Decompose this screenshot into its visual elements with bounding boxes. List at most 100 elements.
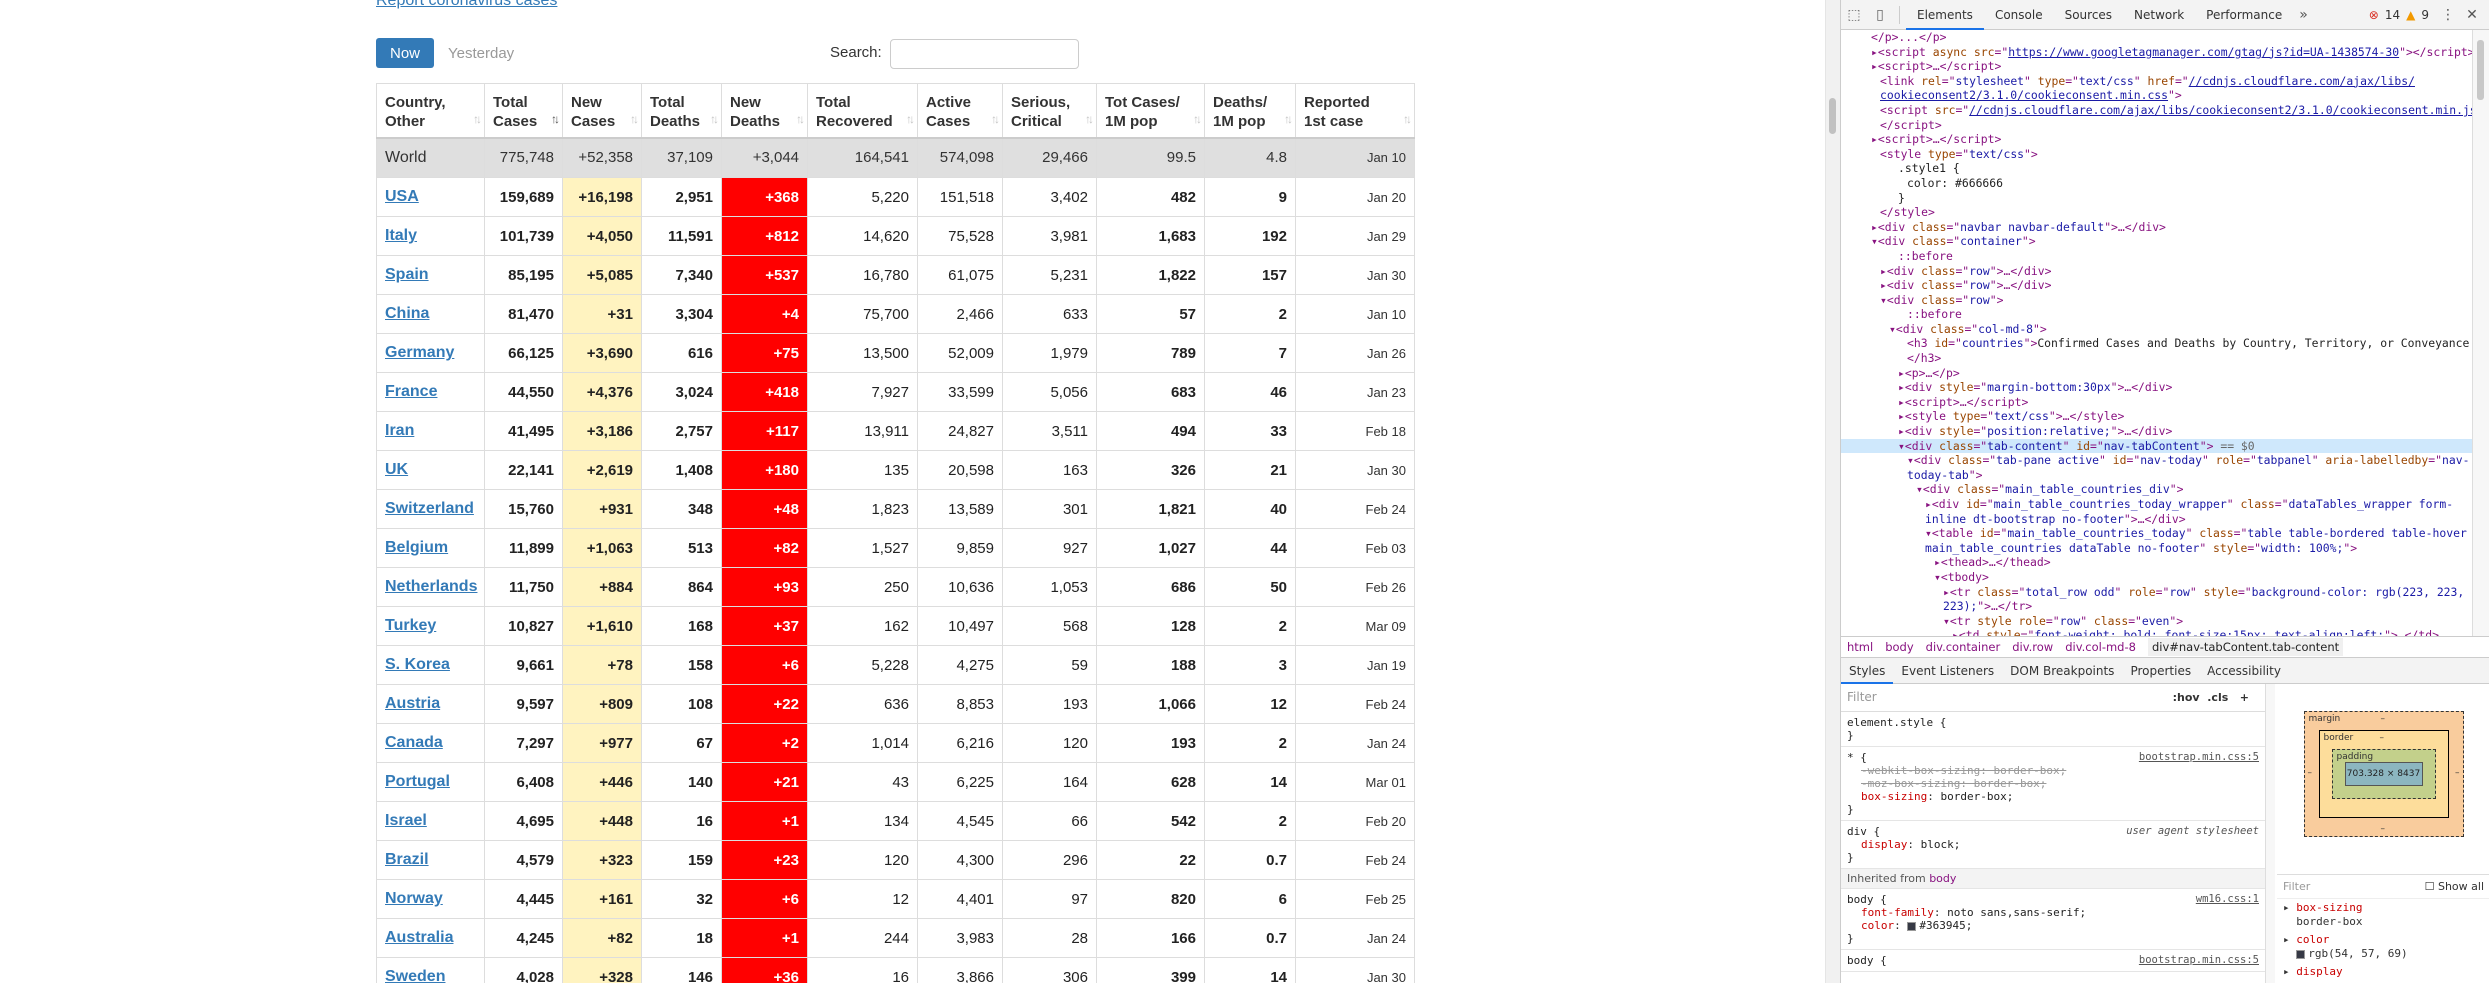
country-link[interactable]: Spain — [385, 266, 429, 283]
country-link[interactable]: S. Korea — [385, 656, 450, 673]
computed-prop[interactable]: ▸ display — [2277, 963, 2489, 981]
country-link[interactable]: Iran — [385, 422, 414, 439]
style-rule-element[interactable]: element.style { } — [1841, 712, 2265, 747]
tab-elements[interactable]: Elements — [1906, 0, 1984, 30]
dom-node[interactable]: ▾<tr style role="row" class="even"> — [1841, 614, 2472, 629]
new-rule-icon[interactable]: + — [2240, 691, 2249, 704]
dom-node[interactable]: <h3 id="countries">Confirmed Cases and D… — [1841, 336, 2472, 351]
style-rule-universal[interactable]: bootstrap.min.css:5 * { -webkit-box-sizi… — [1841, 747, 2265, 821]
more-tabs-icon[interactable]: » — [2293, 7, 2314, 23]
search-input[interactable] — [890, 39, 1079, 69]
country-link[interactable]: UK — [385, 461, 408, 478]
style-rule-body-2[interactable]: bootstrap.min.css:5 body { — [1841, 950, 2265, 972]
computed-prop[interactable]: ▸ color rgb(54, 57, 69) — [2277, 931, 2489, 963]
subtab-dom-breakpoints[interactable]: DOM Breakpoints — [2002, 658, 2122, 684]
country-link[interactable]: Switzerland — [385, 500, 474, 517]
dom-node[interactable]: <style type="text/css"> — [1841, 147, 2472, 162]
dom-node[interactable]: ▸<script>…</script> — [1841, 395, 2472, 410]
subtab-styles[interactable]: Styles — [1841, 658, 1894, 684]
style-rule-div[interactable]: user agent stylesheet div { display: blo… — [1841, 821, 2265, 869]
column-header[interactable]: New Deaths ↑↓ — [721, 83, 808, 139]
dom-node[interactable]: ::before — [1841, 249, 2472, 264]
dom-node[interactable]: ▸<thead>…</thead> — [1841, 555, 2472, 570]
subtab-accessibility[interactable]: Accessibility — [2199, 658, 2289, 684]
dom-node[interactable]: ▸<div style="position:relative;">…</div> — [1841, 424, 2472, 439]
dom-node[interactable]: </script> — [1841, 118, 2472, 133]
subtab-properties[interactable]: Properties — [2122, 658, 2199, 684]
country-link[interactable]: France — [385, 383, 437, 400]
country-link[interactable]: Turkey — [385, 617, 436, 634]
breadcrumb-item[interactable]: div.row — [2012, 640, 2053, 654]
tab-performance[interactable]: Performance — [2195, 0, 2293, 30]
dom-node[interactable]: ▾<div class="tab-content" id="nav-tabCon… — [1841, 438, 2472, 454]
dom-node[interactable]: ▸<td style="font-weight: bold; font-size… — [1841, 628, 2472, 636]
country-link[interactable]: China — [385, 305, 429, 322]
style-source-link[interactable]: wm16.css:1 — [2196, 893, 2259, 906]
styles-scrollbar[interactable] — [2265, 684, 2275, 983]
style-source-link[interactable]: bootstrap.min.css:5 — [2139, 954, 2259, 967]
subtab-event-listeners[interactable]: Event Listeners — [1893, 658, 2002, 684]
dom-tree-scrollbar[interactable] — [2472, 30, 2489, 636]
country-link[interactable]: Norway — [385, 890, 443, 907]
country-link[interactable]: Austria — [385, 695, 440, 712]
dom-node[interactable]: ▸<p>…</p> — [1841, 366, 2472, 381]
column-header[interactable]: Total Deaths ↑↓ — [641, 83, 722, 139]
country-link[interactable]: Italy — [385, 227, 417, 244]
breadcrumb-item[interactable]: div#nav-tabContent.tab-content — [2147, 638, 2344, 656]
country-link[interactable]: USA — [385, 188, 419, 205]
dom-node[interactable]: today-tab"> — [1841, 468, 2472, 483]
dom-node[interactable]: ▸<div style="margin-bottom:30px">…</div> — [1841, 380, 2472, 395]
dom-node[interactable]: <script src="//cdnjs.cloudflare.com/ajax… — [1841, 103, 2472, 118]
dom-tree[interactable]: </p>...</p> ▸<script async src="https://w… — [1841, 30, 2472, 636]
country-link[interactable]: Germany — [385, 344, 454, 361]
column-header[interactable]: Total Recovered ↑↓ — [807, 83, 918, 139]
dom-node[interactable]: ▸<div class="navbar navbar-default">…</d… — [1841, 220, 2472, 235]
dom-node[interactable]: ▸<script>…</script> — [1841, 59, 2472, 74]
style-rule-body[interactable]: wm16.css:1 body { font-family: noto sans… — [1841, 889, 2265, 950]
dom-node[interactable]: </style> — [1841, 205, 2472, 220]
dom-tree-scrollbar-thumb[interactable] — [2477, 40, 2484, 100]
tab-network[interactable]: Network — [2123, 0, 2195, 30]
tab-yesterday-button[interactable]: Yesterday — [448, 38, 514, 68]
country-link[interactable]: Sweden — [385, 968, 445, 983]
column-header[interactable]: Deaths/1M pop ↑↓ — [1204, 83, 1296, 139]
country-link[interactable]: Portugal — [385, 773, 450, 790]
country-link[interactable]: Israel — [385, 812, 427, 829]
computed-filter-input[interactable]: Filter ☐ Show all — [2277, 875, 2489, 899]
dom-node[interactable]: .style1 { — [1841, 161, 2472, 176]
report-cases-link[interactable]: Report coronavirus cases — [376, 0, 557, 10]
dom-node[interactable]: ▾<div class="row"> — [1841, 293, 2472, 308]
dom-node[interactable]: ▾<div class="col-md-8"> — [1841, 322, 2472, 337]
computed-prop[interactable]: ▸ box-sizing border-box — [2277, 899, 2489, 931]
column-header[interactable]: Tot Cases/1M pop ↑↓ — [1096, 83, 1205, 139]
dom-node[interactable]: cookieconsent2/3.1.0/cookieconsent.min.c… — [1841, 88, 2472, 103]
dom-node[interactable]: ▸<script>…</script> — [1841, 132, 2472, 147]
box-model-content[interactable]: 703.328 × 8437 — [2344, 762, 2423, 786]
color-swatch[interactable] — [1907, 921, 1917, 931]
cls-toggle[interactable]: .cls — [2207, 691, 2228, 704]
tab-console[interactable]: Console — [1984, 0, 2054, 30]
dom-node[interactable]: ▸<tr class="total_row odd" role="row" st… — [1841, 585, 2472, 600]
show-all-checkbox[interactable]: ☐ Show all — [2425, 880, 2484, 893]
console-status[interactable]: ⊗ 14 ▲ 9 — [2369, 0, 2429, 30]
dom-node[interactable]: 223);">…</tr> — [1841, 599, 2472, 614]
column-header[interactable]: Active Cases ↑↓ — [917, 83, 1003, 139]
dom-node[interactable]: </h3> — [1841, 351, 2472, 366]
dom-node[interactable]: ▸<div id="main_table_countries_today_wra… — [1841, 497, 2472, 512]
breadcrumb-item[interactable]: div.container — [1926, 640, 2001, 654]
page-scrollbar-thumb[interactable] — [1829, 98, 1836, 134]
dom-node[interactable]: inline dt-bootstrap no-footer">…</div> — [1841, 512, 2472, 527]
style-source-link[interactable]: bootstrap.min.css:5 — [2139, 751, 2259, 764]
country-link[interactable]: Netherlands — [385, 578, 477, 595]
dom-node[interactable]: ▾<div class="main_table_countries_div"> — [1841, 482, 2472, 497]
dom-node[interactable]: ▸<div class="row">…</div> — [1841, 278, 2472, 293]
dom-node[interactable]: ▾<div class="container"> — [1841, 234, 2472, 249]
dom-node[interactable]: <link rel="stylesheet" type="text/css" h… — [1841, 74, 2472, 89]
column-header[interactable]: Country, Other ↑↓ — [376, 83, 485, 139]
device-toolbar-icon[interactable]: ▯ — [1867, 0, 1893, 30]
close-icon[interactable]: ✕ — [2461, 0, 2483, 30]
dom-node[interactable]: ▸<style type="text/css">…</style> — [1841, 409, 2472, 424]
dom-node[interactable]: ▾<table id="main_table_countries_today" … — [1841, 526, 2472, 541]
country-link[interactable]: Belgium — [385, 539, 448, 556]
page-scrollbar[interactable] — [1825, 0, 1840, 983]
